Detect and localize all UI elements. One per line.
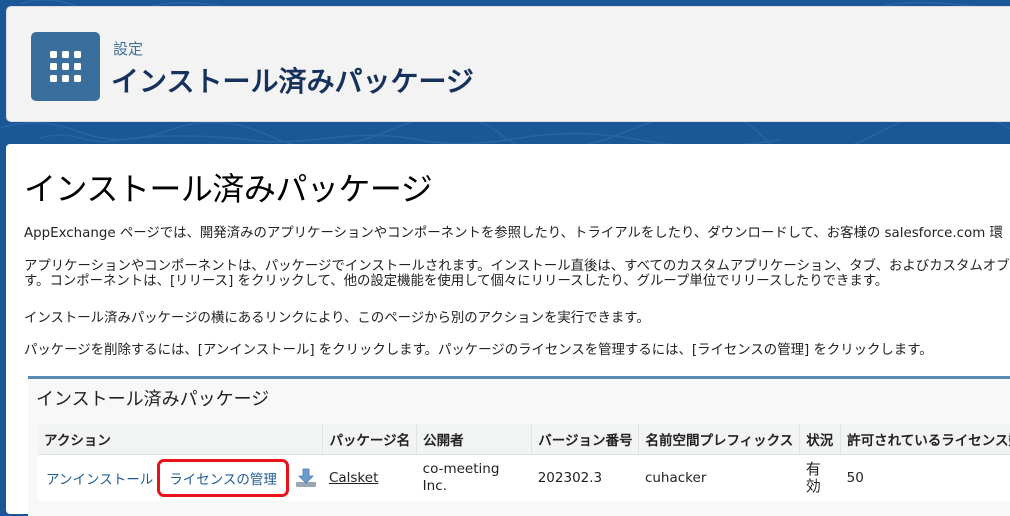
packages-table: アクション パッケージ名 公開者 バージョン番号 名前空間プレフィックス 状況 … — [38, 424, 1010, 501]
column-header-namespace: 名前空間プレフィックス — [638, 424, 800, 455]
content-area: インストール済みパッケージ AppExchange ページでは、開発済みのアプリ… — [6, 144, 1010, 516]
page-title: インストール済みパッケージ — [111, 65, 474, 98]
status-line1: 有 — [805, 460, 821, 478]
namespace-cell: cuhacker — [644, 470, 707, 486]
version-cell: 202302.3 — [537, 470, 603, 486]
publisher-line1: co-meeting — [422, 461, 500, 477]
status-cell: 有 効 — [800, 455, 841, 502]
intro-paragraph-2: アプリケーションやコンポーネントは、パッケージでインストールされます。インストー… — [24, 259, 1010, 289]
main-title: インストール済みパッケージ — [24, 170, 433, 208]
page-header: 設定 インストール済みパッケージ — [6, 6, 1010, 122]
licenses-cell: 50 — [846, 470, 864, 486]
column-header-package-name: パッケージ名 — [322, 424, 417, 455]
manage-license-link[interactable]: ライセンスの管理 — [157, 459, 289, 497]
table-row: アンインストール ライセンスの管理 Calsket co-meeting Inc.… — [38, 455, 1010, 502]
column-header-licenses: 許可されているライセンス数 — [840, 424, 1010, 455]
download-icon[interactable] — [295, 467, 317, 493]
column-header-status: 状況 — [799, 424, 841, 455]
uninstall-link[interactable]: アンインストール — [46, 472, 153, 488]
breadcrumb[interactable]: 設定 — [113, 38, 143, 59]
package-name-link[interactable]: Calsket — [329, 470, 378, 486]
column-header-action: アクション — [38, 424, 323, 455]
intro-paragraph-1: AppExchange ページでは、開発済みのアプリケーションやコンポーネントを… — [24, 226, 1003, 241]
app-grid-icon — [31, 32, 100, 101]
action-cell: アンインストール ライセンスの管理 — [38, 455, 323, 502]
intro-paragraph-2-line1: アプリケーションやコンポーネントは、パッケージでインストールされます。インストー… — [24, 259, 1010, 274]
status-line2: 効 — [805, 477, 821, 495]
intro-paragraph-3: インストール済みパッケージの横にあるリンクにより、このページから別のアクションを… — [24, 311, 650, 326]
installed-packages-panel: インストール済みパッケージ アクション パッケージ名 公開者 バージョン番号 名… — [28, 376, 1010, 516]
intro-paragraph-2-line2: す。コンポーネントは、[リリース] をクリックして、他の設定機能を使用して個々に… — [24, 274, 889, 289]
column-header-version: バージョン番号 — [531, 424, 639, 455]
column-header-publisher: 公開者 — [416, 424, 532, 455]
package-name-cell: Calsket — [323, 455, 417, 502]
publisher-cell: co-meeting Inc. — [417, 455, 532, 502]
publisher-line2: Inc. — [422, 478, 447, 494]
panel-title: インストール済みパッケージ — [36, 389, 270, 410]
intro-paragraph-4: パッケージを削除するには、[アンインストール] をクリックします。パッケージのラ… — [24, 343, 933, 358]
table-header-row: アクション パッケージ名 公開者 バージョン番号 名前空間プレフィックス 状況 … — [38, 424, 1010, 455]
